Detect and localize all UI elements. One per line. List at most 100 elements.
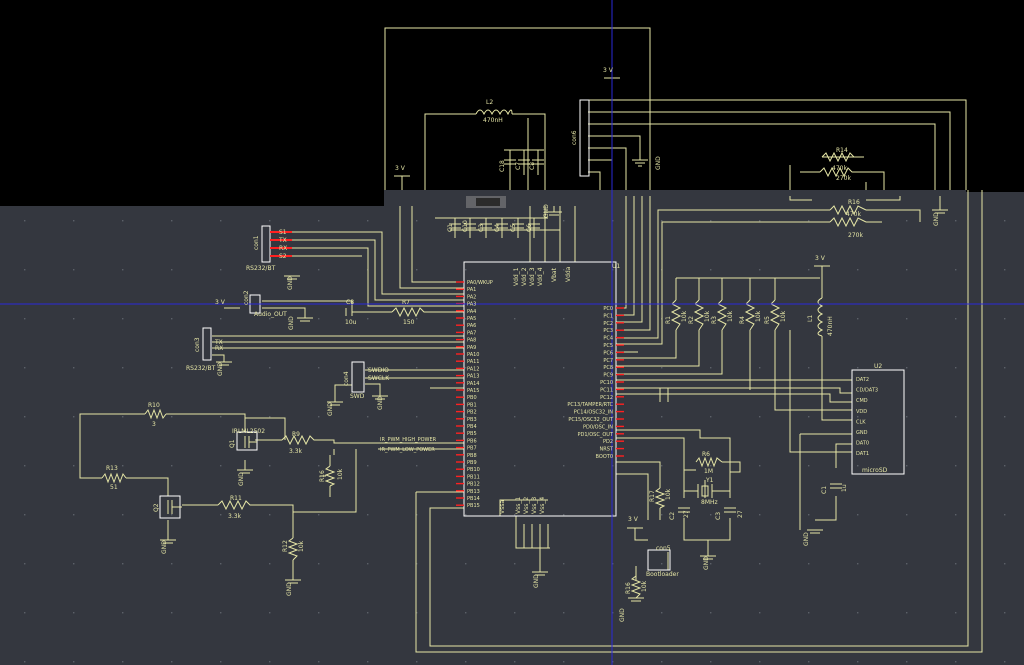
u1-left-pin-label: PB8 — [467, 453, 477, 459]
q1-value: IRLML2502 — [232, 428, 265, 435]
u1-right-pin-label: PC15/OSC32_OUT — [568, 417, 614, 423]
cap-label: C3 — [478, 224, 485, 232]
u1-left-pin-label: PB11 — [467, 474, 480, 480]
r11-value: 3.3k — [228, 513, 242, 520]
u2-pin-label: CD/DAT3 — [856, 388, 878, 394]
u1-bottom-pin: Vss_3 — [531, 497, 538, 514]
u1-left-pin-label: PB3 — [467, 417, 477, 423]
u1-left-pin-label: PB10 — [467, 467, 480, 473]
u2-pin-label: CLK — [856, 419, 866, 425]
r1-ref: R1 — [665, 316, 672, 324]
u1-left-pin-label: PA8 — [467, 338, 476, 344]
unrendered-region — [0, 0, 1024, 206]
l1-ref: L1 — [807, 315, 814, 322]
r5-value: 10k — [780, 310, 787, 322]
u1-left-pin-label: PA10 — [467, 352, 479, 358]
r17-value: 10k — [665, 488, 672, 500]
u1-left-pin-label: PB6 — [467, 438, 477, 444]
cap-label: C10 — [462, 220, 469, 232]
con1-ref: con1 — [253, 235, 260, 250]
u1-left-pin-label: PA4 — [467, 309, 476, 315]
con3-ref: con3 — [194, 337, 201, 352]
schematic-sheet[interactable]: 3 V 3 V 3 V 3 V 3 V GND GND GND GND GND … — [0, 0, 1024, 665]
u1-left-pin-label: PA5 — [467, 316, 476, 322]
u1-left-pin-label: PB0 — [467, 395, 477, 401]
con1-value: RS232/BT — [246, 265, 276, 272]
selection-artifact — [466, 196, 506, 208]
u1-left-pin-label: PA7 — [467, 330, 476, 336]
u1-right-pin-label: PC1 — [603, 313, 613, 319]
u1-left-pin-label: PB13 — [467, 489, 480, 495]
u1-right-pin-label: PD0/OSC_IN — [583, 424, 613, 430]
u1-top-pin: Vdd_4 — [537, 267, 544, 286]
gnd-label: GND — [703, 556, 710, 570]
u1-left-pin-label: PB12 — [467, 482, 480, 488]
r2-value: 10k — [704, 310, 711, 322]
r9-ref: R9 — [292, 431, 300, 438]
u2-pin-label: GND — [856, 430, 868, 436]
r10-ref: R10 — [148, 402, 160, 409]
rpot-value: 10k — [337, 468, 344, 480]
c3-value: 27 — [737, 510, 744, 518]
c8-value: 10u — [345, 319, 357, 326]
con3-value: RS232/BT — [186, 365, 216, 372]
cap-label: C4 — [494, 224, 501, 232]
c1-value: 1u — [841, 484, 848, 492]
l2-value: 470nH — [483, 117, 503, 124]
c1-ref: C1 — [821, 486, 828, 494]
u2-pin-label: VDD — [856, 409, 867, 415]
gnd-label: GND — [533, 574, 540, 588]
con3-pin-rx: RX — [215, 345, 223, 352]
u1-right-pin-label: BOOT0 — [596, 454, 613, 460]
r3-ref: R3 — [711, 316, 718, 324]
c2-value: 27 — [683, 510, 690, 518]
u1-left-pin-label: PA3 — [467, 302, 476, 308]
r9-value: 3.3k — [289, 448, 303, 455]
y1-ref: Y1 — [705, 477, 714, 484]
r10-value: 3 — [152, 421, 156, 428]
con2-value: Audio_OUT — [254, 311, 287, 318]
u1-bottom-pin: Vss_2 — [523, 497, 530, 514]
u2-name: microSD — [862, 467, 888, 474]
r13-ref: R13 — [106, 465, 118, 472]
l1-value: 470nH — [827, 316, 834, 336]
u1-right-pin-label: PC14/OSC32_IN — [574, 410, 613, 416]
gnd-label: GND — [655, 156, 662, 170]
u1-top-pin: Vbat — [551, 267, 558, 282]
gnd-label: GND — [286, 582, 293, 596]
r16-bottom-ref: R16 — [625, 582, 632, 594]
r3-value: 10k — [727, 310, 734, 322]
gnd-label: GND — [619, 608, 626, 622]
u1-right-pin-label: PC2 — [603, 321, 613, 327]
y1-value: 8MHz — [701, 499, 718, 506]
u1-top-pin: Vdd_2 — [521, 267, 528, 286]
q1-ref: Q1 — [229, 439, 236, 448]
cap-label: C7 — [515, 162, 522, 170]
gnd-label: GND — [217, 362, 224, 376]
r15-value: 270k — [836, 175, 851, 182]
u1-left-pin-label: PB14 — [467, 496, 480, 502]
r1-value: 10k — [681, 310, 688, 322]
u1-left-pin-label: PA11 — [467, 359, 479, 365]
u1-left-pin-label: PA0/WKUP — [467, 280, 493, 286]
r16-value: 470k — [846, 211, 861, 218]
cap-label: C1 — [447, 224, 454, 232]
u1-left-pin-label: PB4 — [467, 424, 477, 430]
r4-ref: R4 — [739, 316, 746, 324]
l2-ref: L2 — [486, 99, 493, 106]
u1-top-pin: Vdd_1 — [513, 267, 520, 286]
u2-pin-label: DAT1 — [856, 451, 869, 457]
u1-right-pin-label: PC10 — [600, 380, 613, 386]
u1-right-pin-label: PC7 — [603, 358, 613, 364]
u1-bottom-pin: Vssa — [499, 500, 506, 514]
schematic-canvas[interactable]: 3 V 3 V 3 V 3 V 3 V GND GND GND GND GND … — [0, 0, 1024, 665]
gnd-label: GND — [543, 204, 550, 218]
c8-ref: C8 — [346, 299, 354, 306]
u1-right-pin-label: PC8 — [603, 365, 613, 371]
u1-left-pin-label: PA9 — [467, 345, 476, 351]
gnd-label: GND — [238, 472, 245, 486]
c2-ref: C2 — [669, 512, 676, 520]
supply-label: 3 V — [395, 165, 406, 172]
supply-label: 3 V — [603, 67, 614, 74]
gnd-label: GND — [933, 212, 940, 226]
